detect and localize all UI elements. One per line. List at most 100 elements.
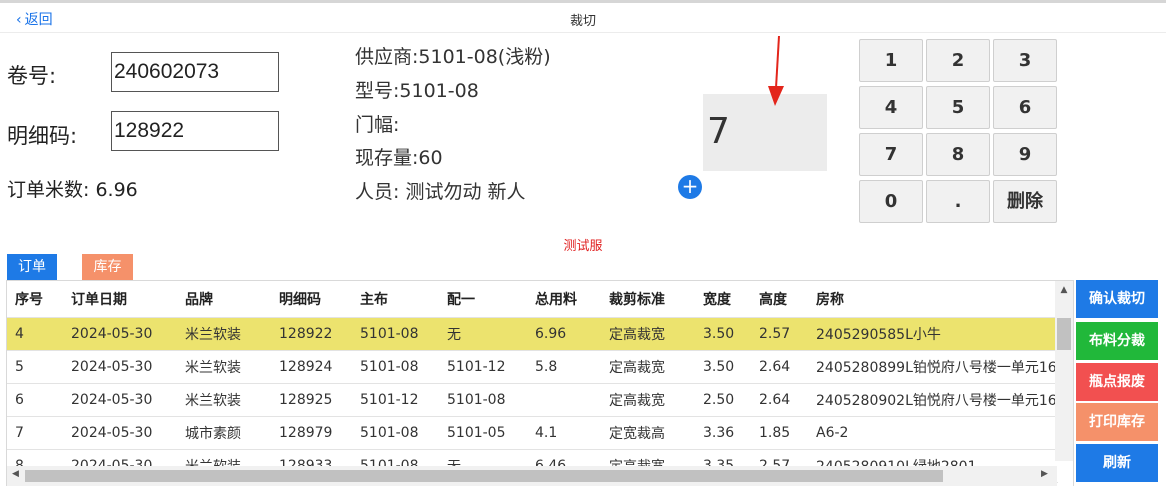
fabric-split-button[interactable]: 布料分裁 <box>1076 322 1158 360</box>
table-cell: 5101-12 <box>352 383 439 417</box>
key-2[interactable]: 2 <box>926 39 990 82</box>
roll-input[interactable] <box>111 52 279 92</box>
table-cell: 2024-05-30 <box>63 350 177 384</box>
key-3[interactable]: 3 <box>993 39 1057 82</box>
key-7[interactable]: 7 <box>859 133 923 176</box>
table-cell: 定高裁宽 <box>601 317 695 351</box>
table-cell: 定高裁宽 <box>601 350 695 384</box>
table-cell: 米兰软装 <box>177 350 271 384</box>
table-cell: 128979 <box>271 416 352 450</box>
table-cell: 定宽裁高 <box>601 416 695 450</box>
table-cell: 5101-08 <box>352 416 439 450</box>
table-cell: 4 <box>7 317 63 351</box>
table-cell: 5101-08 <box>352 350 439 384</box>
scroll-up-icon[interactable]: ▲ <box>1058 285 1070 295</box>
table-cell: 3.50 <box>695 350 751 384</box>
column-header[interactable]: 配一 <box>439 281 527 318</box>
table-row[interactable]: 7 2024-05-30 城市素颜 128979 5101-08 5101-05… <box>7 416 1058 450</box>
table-cell: 3.36 <box>695 416 751 450</box>
test-server-label: 测试服 <box>563 239 603 254</box>
table-cell: 2.57 <box>751 317 808 351</box>
key-delete[interactable]: 删除 <box>993 180 1057 223</box>
column-header[interactable]: 品牌 <box>177 281 271 318</box>
roll-label: 卷号: <box>7 64 57 88</box>
table-cell: 4.1 <box>527 416 601 450</box>
table-cell: 2.64 <box>751 383 808 417</box>
table-cell: 7 <box>7 416 63 450</box>
order-table-grid: 序号 订单日期 品牌 明细码 主布 配一 总用料 裁剪标准 宽度 高度 房称 4… <box>7 281 1058 483</box>
column-header[interactable]: 明细码 <box>271 281 352 318</box>
table-cell: 米兰软装 <box>177 383 271 417</box>
table-cell: 6 <box>7 383 63 417</box>
order-table: 序号 订单日期 品牌 明细码 主布 配一 总用料 裁剪标准 宽度 高度 房称 4… <box>6 280 1074 486</box>
key-6[interactable]: 6 <box>993 86 1057 129</box>
table-cell: 5101-12 <box>439 350 527 384</box>
table-cell: 2405280902L铂悦府八号楼一单元16 <box>808 383 1058 417</box>
table-cell: 6.96 <box>527 317 601 351</box>
key-1[interactable]: 1 <box>859 39 923 82</box>
table-cell: 2024-05-30 <box>63 317 177 351</box>
width-info: 门幅: <box>355 114 400 136</box>
key-0[interactable]: 0 <box>859 180 923 223</box>
table-cell: 无 <box>439 317 527 351</box>
column-header[interactable]: 房称 <box>808 281 1058 318</box>
tab-order[interactable]: 订单 <box>7 254 57 280</box>
column-header[interactable]: 高度 <box>751 281 808 318</box>
tab-stock[interactable]: 库存 <box>82 254 133 280</box>
table-cell: 5 <box>7 350 63 384</box>
table-cell: 3.50 <box>695 317 751 351</box>
table-cell: 5101-05 <box>439 416 527 450</box>
column-header[interactable]: 总用料 <box>527 281 601 318</box>
scrap-button[interactable]: 瓶点报废 <box>1076 363 1158 401</box>
table-cell: 5101-08 <box>439 383 527 417</box>
scroll-right-icon[interactable]: ▶ <box>1041 469 1048 479</box>
key-5[interactable]: 5 <box>926 86 990 129</box>
table-cell: 2024-05-30 <box>63 416 177 450</box>
refresh-button[interactable]: 刷新 <box>1076 444 1158 482</box>
confirm-cut-button[interactable]: 确认裁切 <box>1076 280 1158 318</box>
supplier-info: 供应商:5101-08(浅粉) <box>355 46 551 68</box>
column-header[interactable]: 宽度 <box>695 281 751 318</box>
table-cell: 城市素颜 <box>177 416 271 450</box>
vertical-scroll-thumb[interactable] <box>1057 318 1071 350</box>
detail-code-input[interactable] <box>111 111 279 151</box>
table-row[interactable]: 6 2024-05-30 米兰软装 128925 5101-12 5101-08… <box>7 383 1058 417</box>
detail-code-label: 明细码: <box>7 124 78 148</box>
horizontal-scrollbar[interactable]: ◀ ▶ <box>7 466 1057 486</box>
arrow-down-icon <box>768 35 784 106</box>
page-title: 裁切 <box>569 14 596 29</box>
table-cell: 2024-05-30 <box>63 383 177 417</box>
table-cell: 128925 <box>271 383 352 417</box>
add-icon[interactable]: + <box>678 175 702 199</box>
column-header[interactable]: 序号 <box>7 281 63 318</box>
table-cell: 2405290585L小牛 <box>808 317 1058 351</box>
model-info: 型号:5101-08 <box>355 80 479 102</box>
vertical-scrollbar[interactable]: ▲ <box>1055 281 1073 461</box>
table-cell: 2.64 <box>751 350 808 384</box>
header-bar: ‹ 返回 裁切 <box>0 3 1166 33</box>
table-row[interactable]: 4 2024-05-30 米兰软装 128922 5101-08 无 6.96 … <box>7 317 1058 351</box>
key-dot[interactable]: . <box>926 180 990 223</box>
table-cell: 5.8 <box>527 350 601 384</box>
key-8[interactable]: 8 <box>926 133 990 176</box>
staff-info: 人员: 测试勿动 新人 <box>355 181 526 203</box>
table-cell: 128924 <box>271 350 352 384</box>
horizontal-scroll-thumb[interactable] <box>25 470 943 482</box>
table-cell: 2.50 <box>695 383 751 417</box>
scroll-left-icon[interactable]: ◀ <box>12 469 19 479</box>
column-header[interactable]: 裁剪标准 <box>601 281 695 318</box>
key-9[interactable]: 9 <box>993 133 1057 176</box>
table-header-row: 序号 订单日期 品牌 明细码 主布 配一 总用料 裁剪标准 宽度 高度 房称 <box>7 281 1058 318</box>
stock-info: 现存量:60 <box>355 147 443 169</box>
table-cell: 1.85 <box>751 416 808 450</box>
print-stock-button[interactable]: 打印库存 <box>1076 403 1158 441</box>
table-row[interactable]: 5 2024-05-30 米兰软装 128924 5101-08 5101-12… <box>7 350 1058 384</box>
key-4[interactable]: 4 <box>859 86 923 129</box>
table-cell: A6-2 <box>808 416 1058 450</box>
table-cell: 128922 <box>271 317 352 351</box>
column-header[interactable]: 主布 <box>352 281 439 318</box>
column-header[interactable]: 订单日期 <box>63 281 177 318</box>
order-meters: 订单米数: 6.96 <box>7 179 138 201</box>
table-cell: 定高裁宽 <box>601 383 695 417</box>
table-cell: 米兰软装 <box>177 317 271 351</box>
